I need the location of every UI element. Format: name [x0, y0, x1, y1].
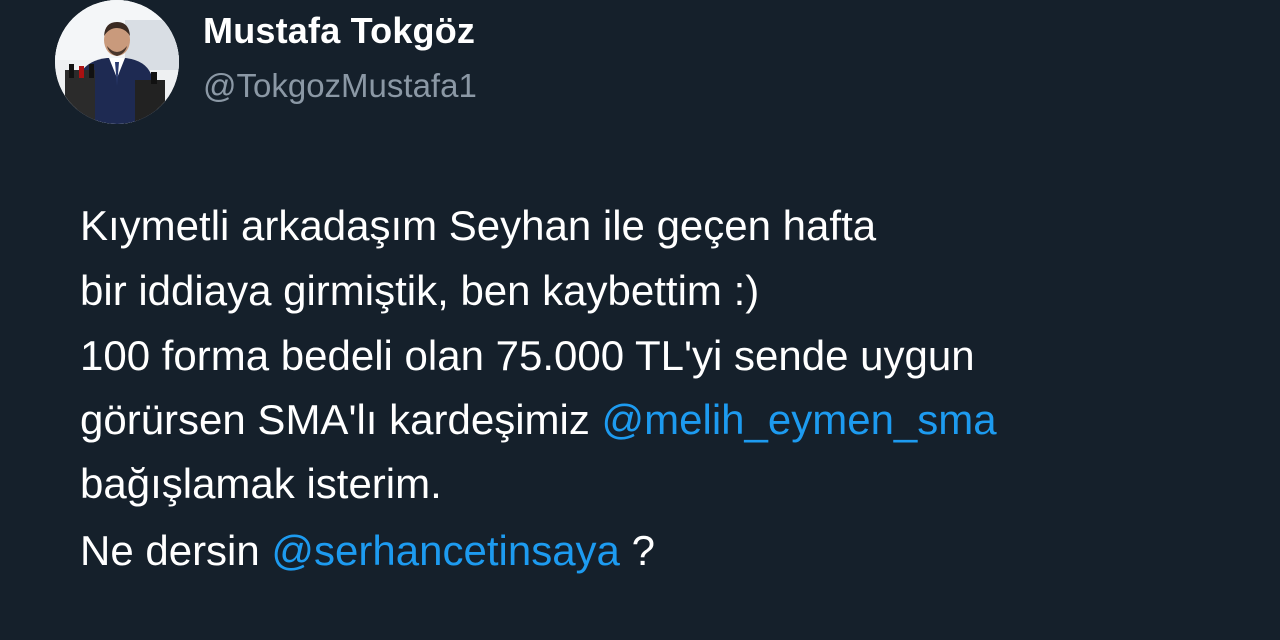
- tweet-line-text: 100 forma bedeli olan 75.000 TL'yi sende…: [80, 332, 975, 379]
- tweet-line-text: Kıymetli arkadaşım Seyhan ile geçen haft…: [80, 202, 877, 249]
- tweet-card: Mustafa Tokgöz @TokgozMustafa1 Kıymetli …: [0, 0, 1280, 640]
- display-name[interactable]: Mustafa Tokgöz: [203, 10, 475, 52]
- tweet-line: Ne dersin @serhancetinsaya ?: [80, 530, 1230, 595]
- tweet-line-text: bir iddiaya girmiştik, ben kaybettim :): [80, 267, 760, 314]
- profile-photo-icon: [55, 0, 179, 124]
- tweet-text: Kıymetli arkadaşım Seyhan ile geçen haft…: [80, 205, 1230, 595]
- mention-link[interactable]: @melih_eymen_sma: [602, 396, 997, 443]
- tweet-line-text: görürsen SMA'lı kardeşimiz: [80, 396, 602, 443]
- mention-link[interactable]: @serhancetinsaya: [271, 527, 620, 574]
- tweet-line-text: ?: [619, 527, 655, 574]
- tweet-line-text: Ne dersin: [80, 527, 272, 574]
- tweet-line: bağışlamak isterim.: [80, 463, 1230, 528]
- tweet-line: 100 forma bedeli olan 75.000 TL'yi sende…: [80, 335, 1230, 399]
- tweet-line: Kıymetli arkadaşım Seyhan ile geçen haft…: [80, 205, 1230, 270]
- user-handle[interactable]: @TokgozMustafa1: [203, 67, 477, 105]
- tweet-line: bir iddiaya girmiştik, ben kaybettim :): [80, 270, 1230, 335]
- tweet-line: görürsen SMA'lı kardeşimiz @melih_eymen_…: [80, 399, 1230, 463]
- avatar[interactable]: [55, 0, 179, 124]
- tweet-line-text: bağışlamak isterim.: [80, 460, 442, 507]
